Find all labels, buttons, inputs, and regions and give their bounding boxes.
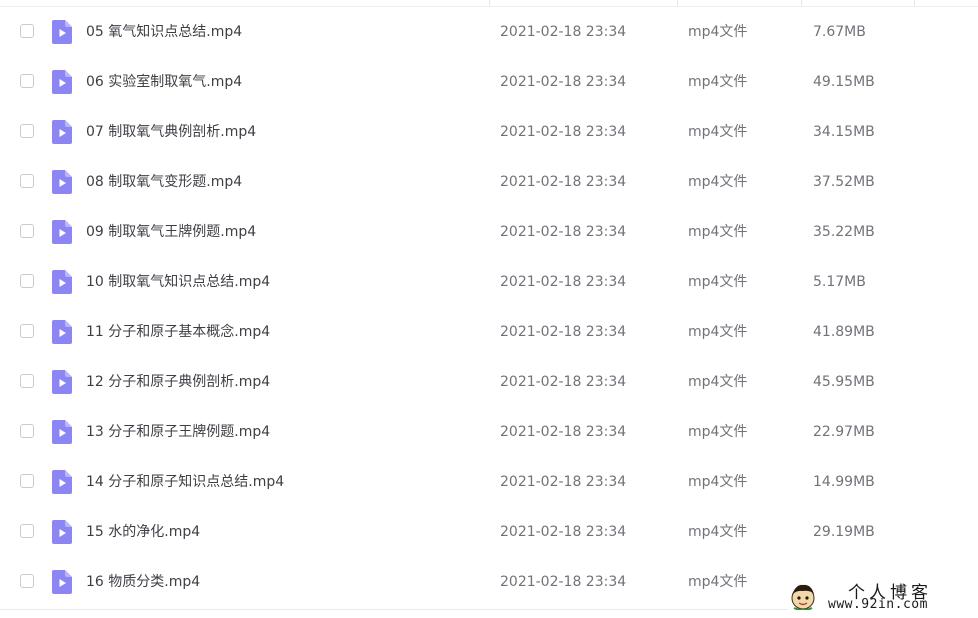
file-size: 5.17MB <box>813 274 866 290</box>
file-type: mp4文件 <box>688 324 748 340</box>
column-divider[interactable] <box>914 0 915 6</box>
file-row[interactable]: 09 制取氧气王牌例题.mp4 2021-02-18 23:34 mp4文件 35.2… <box>0 207 978 257</box>
file-date: 2021-02-18 23:34 <box>500 524 627 540</box>
row-checkbox[interactable] <box>20 274 34 288</box>
row-checkbox[interactable] <box>20 524 34 538</box>
file-name[interactable]: 07 制取氧气典例剖析.mp4 <box>86 122 256 142</box>
file-type: mp4文件 <box>688 374 748 390</box>
column-header-strip <box>0 0 978 7</box>
cartoon-face-logo-icon <box>790 582 816 611</box>
file-row[interactable]: 15 水的净化.mp4 2021-02-18 23:34 mp4文件 29.19MB <box>0 507 978 557</box>
file-date: 2021-02-18 23:34 <box>500 124 627 140</box>
file-name[interactable]: 09 制取氧气王牌例题.mp4 <box>86 222 256 242</box>
file-name[interactable]: 16 物质分类.mp4 <box>86 572 200 592</box>
file-name[interactable]: 13 分子和原子王牌例题.mp4 <box>86 422 270 442</box>
file-date: 2021-02-18 23:34 <box>500 74 627 90</box>
file-row[interactable]: 06 实验室制取氧气.mp4 2021-02-18 23:34 mp4文件 49.15… <box>0 57 978 107</box>
video-file-icon <box>52 170 72 194</box>
file-date: 2021-02-18 23:34 <box>500 574 627 590</box>
file-type: mp4文件 <box>688 24 748 40</box>
video-file-icon <box>52 420 72 444</box>
file-row[interactable]: 14 分子和原子知识点总结.mp4 2021-02-18 23:34 mp4文件 14… <box>0 457 978 507</box>
file-size: 29.19MB <box>813 524 875 540</box>
video-file-icon <box>52 270 72 294</box>
video-file-icon <box>52 520 72 544</box>
file-date: 2021-02-18 23:34 <box>500 374 627 390</box>
row-checkbox[interactable] <box>20 174 34 188</box>
file-date: 2021-02-18 23:34 <box>500 324 627 340</box>
watermark: 个人博客 www.92in.com <box>788 576 978 616</box>
file-list-window: 05 氧气知识点总结.mp4 2021-02-18 23:34 mp4文件 7.67M… <box>0 0 978 618</box>
file-row[interactable]: 07 制取氧气典例剖析.mp4 2021-02-18 23:34 mp4文件 34.1… <box>0 107 978 157</box>
row-checkbox[interactable] <box>20 74 34 88</box>
file-size: 41.89MB <box>813 324 875 340</box>
file-size: 7.67MB <box>813 24 866 40</box>
file-size: 14.99MB <box>813 474 875 490</box>
file-size: 35.22MB <box>813 224 875 240</box>
file-type: mp4文件 <box>688 124 748 140</box>
file-name[interactable]: 06 实验室制取氧气.mp4 <box>86 72 242 92</box>
video-file-icon <box>52 220 72 244</box>
file-row[interactable]: 10 制取氧气知识点总结.mp4 2021-02-18 23:34 mp4文件 5.1… <box>0 257 978 307</box>
file-date: 2021-02-18 23:34 <box>500 424 627 440</box>
row-checkbox[interactable] <box>20 324 34 338</box>
file-date: 2021-02-18 23:34 <box>500 174 627 190</box>
video-file-icon <box>52 470 72 494</box>
column-divider[interactable] <box>801 0 802 6</box>
video-file-icon <box>52 570 72 594</box>
row-checkbox[interactable] <box>20 424 34 438</box>
video-file-icon <box>52 370 72 394</box>
file-row[interactable]: 05 氧气知识点总结.mp4 2021-02-18 23:34 mp4文件 7.67M… <box>0 7 978 57</box>
file-type: mp4文件 <box>688 274 748 290</box>
file-size: 45.95MB <box>813 374 875 390</box>
file-row[interactable]: 13 分子和原子王牌例题.mp4 2021-02-18 23:34 mp4文件 22.… <box>0 407 978 457</box>
column-divider[interactable] <box>489 0 490 6</box>
file-date: 2021-02-18 23:34 <box>500 474 627 490</box>
file-name[interactable]: 14 分子和原子知识点总结.mp4 <box>86 472 284 492</box>
row-checkbox[interactable] <box>20 124 34 138</box>
file-size: 37.52MB <box>813 174 875 190</box>
file-size: 22.97MB <box>813 424 875 440</box>
row-checkbox[interactable] <box>20 374 34 388</box>
file-name[interactable]: 11 分子和原子基本概念.mp4 <box>86 322 270 342</box>
file-list: 05 氧气知识点总结.mp4 2021-02-18 23:34 mp4文件 7.67M… <box>0 7 978 607</box>
file-date: 2021-02-18 23:34 <box>500 24 627 40</box>
video-file-icon <box>52 320 72 344</box>
file-size: 34.15MB <box>813 124 875 140</box>
video-file-icon <box>52 70 72 94</box>
file-row[interactable]: 11 分子和原子基本概念.mp4 2021-02-18 23:34 mp4文件 41.… <box>0 307 978 357</box>
row-checkbox[interactable] <box>20 474 34 488</box>
file-type: mp4文件 <box>688 174 748 190</box>
row-checkbox[interactable] <box>20 224 34 238</box>
file-type: mp4文件 <box>688 524 748 540</box>
file-name[interactable]: 10 制取氧气知识点总结.mp4 <box>86 272 270 292</box>
file-date: 2021-02-18 23:34 <box>500 224 627 240</box>
row-checkbox[interactable] <box>20 24 34 38</box>
file-type: mp4文件 <box>688 474 748 490</box>
file-name[interactable]: 05 氧气知识点总结.mp4 <box>86 22 242 42</box>
row-checkbox[interactable] <box>20 574 34 588</box>
video-file-icon <box>52 20 72 44</box>
file-type: mp4文件 <box>688 424 748 440</box>
watermark-url: www.92in.com <box>828 597 928 612</box>
file-name[interactable]: 15 水的净化.mp4 <box>86 522 200 542</box>
file-date: 2021-02-18 23:34 <box>500 274 627 290</box>
file-name[interactable]: 08 制取氧气变形题.mp4 <box>86 172 242 192</box>
column-divider[interactable] <box>677 0 678 6</box>
file-type: mp4文件 <box>688 74 748 90</box>
file-type: mp4文件 <box>688 574 748 590</box>
file-size: 49.15MB <box>813 74 875 90</box>
video-file-icon <box>52 120 72 144</box>
file-row[interactable]: 08 制取氧气变形题.mp4 2021-02-18 23:34 mp4文件 37.52… <box>0 157 978 207</box>
file-row[interactable]: 12 分子和原子典例剖析.mp4 2021-02-18 23:34 mp4文件 45.… <box>0 357 978 407</box>
file-name[interactable]: 12 分子和原子典例剖析.mp4 <box>86 372 270 392</box>
file-type: mp4文件 <box>688 224 748 240</box>
